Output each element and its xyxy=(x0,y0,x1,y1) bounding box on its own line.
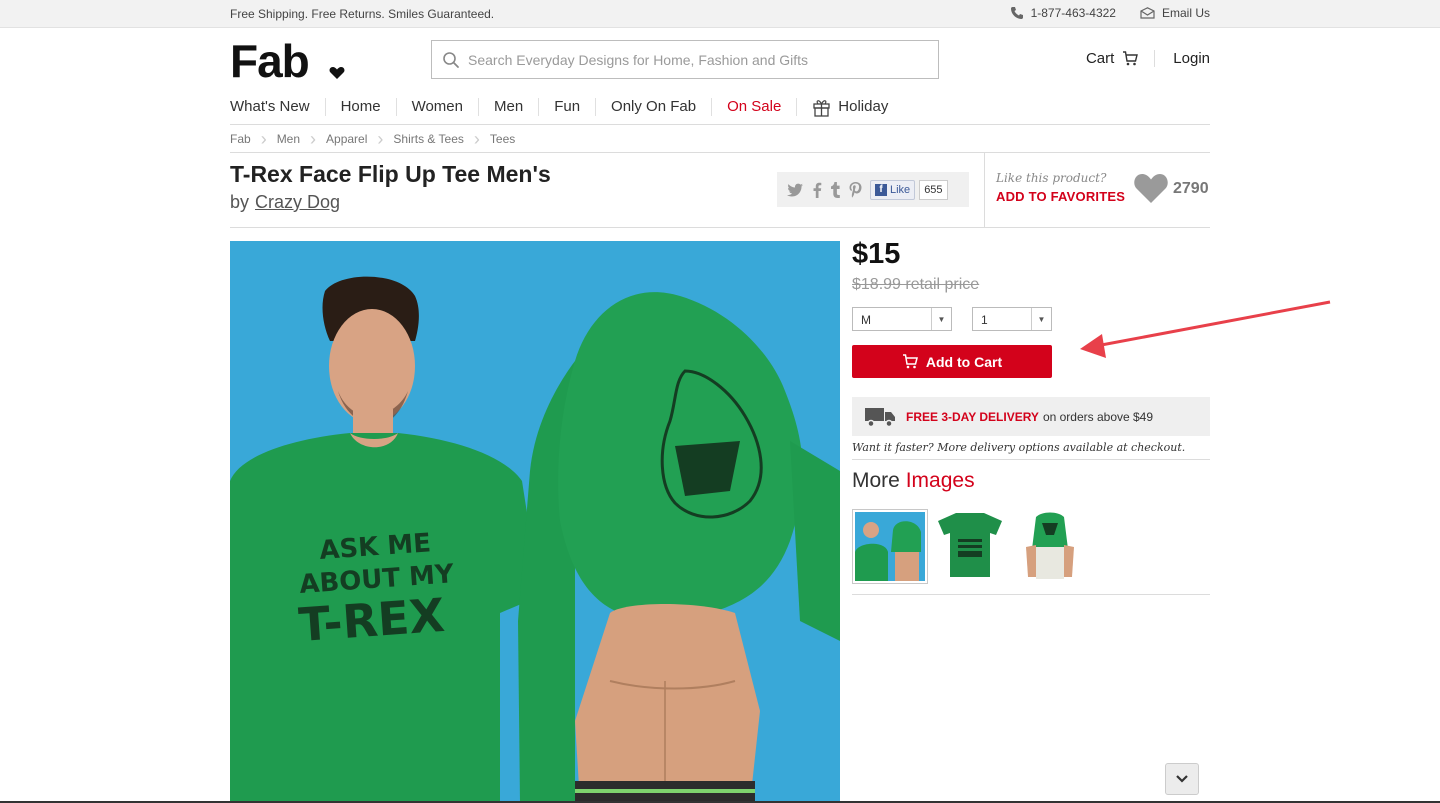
product-title: T-Rex Face Flip Up Tee Men's xyxy=(230,161,551,187)
add-to-favorites-link[interactable]: ADD TO FAVORITES xyxy=(996,189,1125,204)
share-bar: f Like 655 xyxy=(777,172,969,207)
search-input[interactable] xyxy=(468,41,928,78)
breadcrumb-shirts-tees[interactable]: Shirts & Tees xyxy=(393,132,463,146)
scroll-down-button[interactable] xyxy=(1165,763,1199,795)
email-label: Email Us xyxy=(1161,6,1210,20)
retail-price: $18.99 retail price xyxy=(852,276,980,293)
nav-men[interactable]: Men xyxy=(478,98,538,116)
delivery-banner: FREE 3-DAY DELIVERY on orders above $49 xyxy=(852,397,1210,436)
favorites-count: 2790 xyxy=(1173,180,1209,197)
cart-icon xyxy=(1123,51,1139,66)
like-label: Like xyxy=(890,183,911,196)
facebook-f-icon: f xyxy=(875,183,887,196)
more-images-prefix: More xyxy=(852,469,900,492)
divider xyxy=(984,153,985,228)
product-main-image[interactable]: ASK ME ABOUT MY T-REX xyxy=(230,241,840,803)
logo-heart-icon xyxy=(329,67,345,79)
thumbnail-1[interactable] xyxy=(852,509,928,584)
more-images-heading: More Images xyxy=(852,469,975,493)
heart-icon[interactable] xyxy=(1133,172,1169,204)
search-box[interactable] xyxy=(431,40,939,79)
product-photo-illustration: ASK ME ABOUT MY T-REX xyxy=(230,241,840,803)
product-price: $15 xyxy=(852,238,901,270)
phone-link[interactable]: 1-877-463-4322 xyxy=(1010,6,1116,20)
divider xyxy=(852,594,1210,595)
chevron-down-icon xyxy=(1176,775,1188,783)
size-select[interactable]: M ▼ xyxy=(852,307,952,331)
fab-logo[interactable]: Fab xyxy=(230,35,345,87)
nav-fun[interactable]: Fun xyxy=(538,98,595,116)
cart-link[interactable]: Cart xyxy=(1085,50,1156,67)
breadcrumb-tees[interactable]: Tees xyxy=(490,132,515,146)
contact-links: 1-877-463-4322 Email Us xyxy=(986,6,1210,20)
more-images-suffix: Images xyxy=(905,469,975,492)
utility-bar: Free Shipping. Free Returns. Smiles Guar… xyxy=(0,0,1440,28)
nav-only-on-fab[interactable]: Only On Fab xyxy=(595,98,711,116)
chevron-right-icon: › xyxy=(310,128,317,149)
chevron-right-icon: › xyxy=(260,128,267,149)
breadcrumb-fab[interactable]: Fab xyxy=(230,132,251,146)
nav-whats-new[interactable]: What's New xyxy=(230,98,325,116)
thumbnail-3[interactable] xyxy=(1012,509,1088,584)
main-nav: What's New Home Women Men Fun Only On Fa… xyxy=(230,98,1210,125)
add-to-cart-button[interactable]: Add to Cart xyxy=(852,345,1052,378)
nav-home[interactable]: Home xyxy=(324,98,396,116)
delivery-highlight: FREE 3-DAY DELIVERY xyxy=(906,409,1039,424)
divider xyxy=(230,227,1210,228)
product-byline: by Crazy Dog xyxy=(230,192,340,213)
breadcrumb-men[interactable]: Men xyxy=(277,132,300,146)
facebook-icon[interactable] xyxy=(812,182,822,198)
cart-label: Cart xyxy=(1085,50,1115,67)
nav-women[interactable]: Women xyxy=(395,98,478,116)
email-link[interactable]: Email Us xyxy=(1140,6,1210,20)
size-value: M xyxy=(861,313,871,327)
chevron-right-icon: › xyxy=(377,128,384,149)
phone-icon xyxy=(1010,7,1023,19)
brand-link[interactable]: Crazy Dog xyxy=(255,192,340,212)
breadcrumb: Fab › Men › Apparel › Shirts & Tees › Te… xyxy=(230,125,1210,153)
chevron-right-icon: › xyxy=(473,128,480,149)
pinterest-icon[interactable] xyxy=(849,181,862,198)
add-to-cart-label: Add to Cart xyxy=(925,353,1003,370)
by-label: by xyxy=(230,192,250,212)
shirt-line-3: T-REX xyxy=(297,588,446,652)
quantity-select[interactable]: 1 ▼ xyxy=(972,307,1052,331)
promo-text: Free Shipping. Free Returns. Smiles Guar… xyxy=(230,7,495,21)
delivery-note: Want it faster? More delivery options av… xyxy=(852,441,1186,454)
twitter-icon[interactable] xyxy=(787,183,804,197)
login-link[interactable]: Login xyxy=(1155,50,1210,67)
chevron-down-icon: ▼ xyxy=(1031,308,1051,330)
nav-holiday[interactable]: Holiday xyxy=(796,98,903,117)
divider xyxy=(852,459,1210,460)
search-icon xyxy=(443,52,459,68)
phone-number: 1-877-463-4322 xyxy=(1030,6,1116,20)
tumblr-icon[interactable] xyxy=(830,181,841,198)
cart-icon xyxy=(902,354,918,369)
truck-icon xyxy=(865,407,895,427)
quantity-value: 1 xyxy=(981,313,988,327)
account-links: Cart Login xyxy=(1086,50,1210,67)
like-count: 655 xyxy=(919,179,948,200)
delivery-terms: on orders above $49 xyxy=(1042,409,1154,424)
thumbnail-2[interactable] xyxy=(932,509,1008,584)
nav-on-sale[interactable]: On Sale xyxy=(711,98,796,116)
nav-holiday-label: Holiday xyxy=(838,98,889,115)
breadcrumb-apparel[interactable]: Apparel xyxy=(326,132,367,146)
favorites-question: Like this product? xyxy=(996,171,1107,185)
chevron-down-icon: ▼ xyxy=(931,308,951,330)
logo-text: Fab xyxy=(230,35,310,87)
envelope-icon xyxy=(1140,7,1155,19)
gift-icon xyxy=(813,99,830,117)
facebook-like-button[interactable]: f Like xyxy=(870,179,916,200)
